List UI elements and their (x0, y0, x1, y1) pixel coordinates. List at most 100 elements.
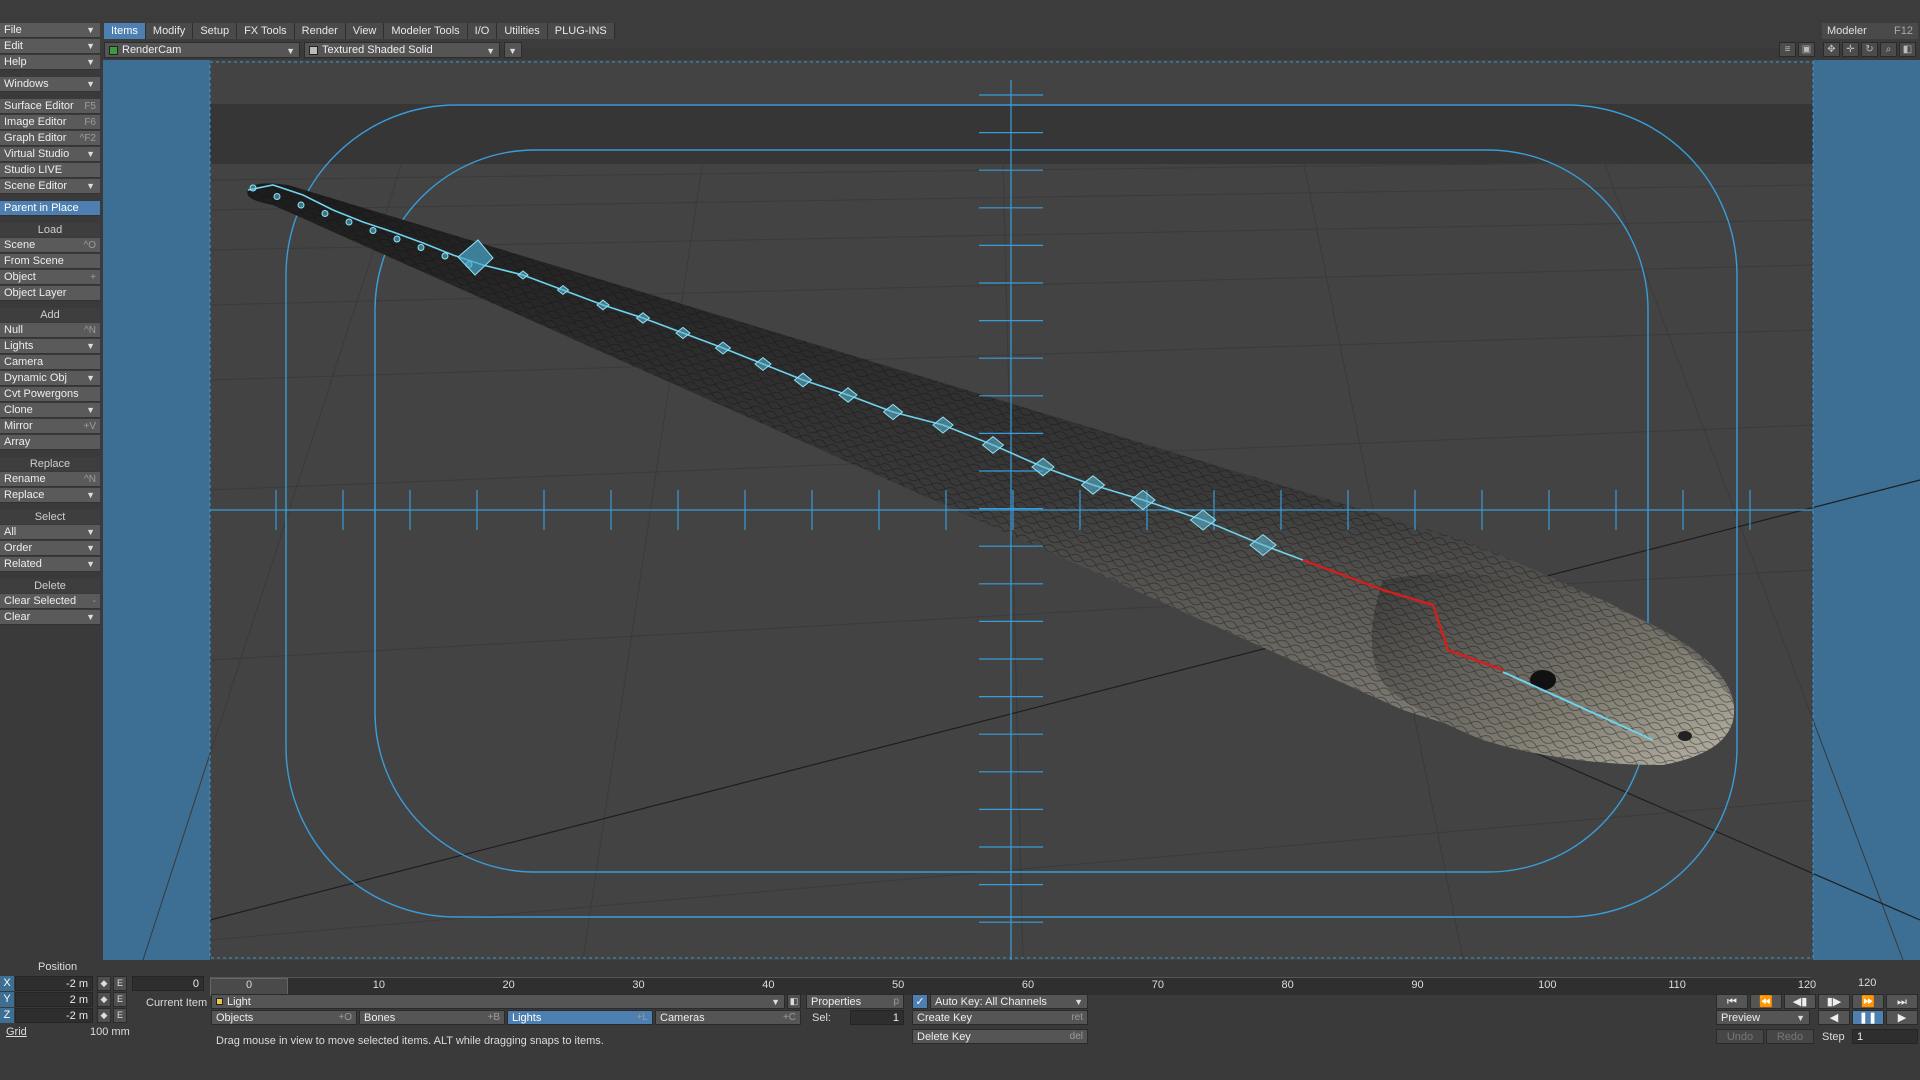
load-from-scene-button[interactable]: From Scene (0, 254, 100, 269)
select-all-menu[interactable]: All ▼ (0, 525, 100, 540)
z-drag-icon[interactable]: ◆ (97, 1008, 111, 1023)
parent-in-place-toggle[interactable]: Parent in Place (0, 201, 100, 216)
bone-joint[interactable] (369, 227, 377, 234)
rename-button[interactable]: Rename ^N (0, 472, 100, 487)
add-lights-menu[interactable]: Lights ▼ (0, 339, 100, 354)
bone-joint[interactable] (417, 244, 425, 251)
preview-select[interactable]: Preview ▼ (1716, 1010, 1810, 1025)
previous-key-icon[interactable]: ⏪ (1750, 994, 1782, 1009)
load-scene-button[interactable]: Scene ^O (0, 238, 100, 253)
chevron-down-icon: ▼ (1074, 997, 1083, 1007)
item-info-icon[interactable]: ◧ (787, 994, 801, 1009)
properties-button[interactable]: Properties p (806, 994, 904, 1009)
current-item-select[interactable]: Light ▼ (211, 994, 785, 1009)
file-menu[interactable]: File ▼ (0, 23, 100, 38)
tab-modeler-tools[interactable]: Modeler Tools (384, 23, 468, 39)
select-related-menu[interactable]: Related ▼ (0, 557, 100, 572)
z-envelope-button[interactable]: E (113, 1008, 127, 1023)
windows-menu[interactable]: Windows ▼ (0, 77, 100, 92)
y-drag-icon[interactable]: ◆ (97, 992, 111, 1007)
tab-utilities[interactable]: Utilities (497, 23, 548, 39)
tab-view[interactable]: View (345, 23, 385, 39)
graph-editor-button[interactable]: Graph Editor ^F2 (0, 131, 100, 146)
tab-modify[interactable]: Modify (145, 23, 194, 39)
virtual-studio-button[interactable]: Virtual Studio ▼ (0, 147, 100, 162)
first-frame-icon[interactable]: ⏮ (1716, 994, 1748, 1009)
viewport-options-button[interactable]: ▼ (504, 42, 522, 58)
bone-joint[interactable] (321, 210, 329, 217)
cameras-mode-button[interactable]: Cameras +C (655, 1010, 801, 1025)
bones-mode-button[interactable]: Bones +B (359, 1010, 505, 1025)
last-frame-icon[interactable]: ⏭ (1886, 994, 1918, 1009)
y-position-field[interactable]: 2 m (15, 992, 93, 1007)
create-key-button[interactable]: Create Key ret (912, 1010, 1088, 1025)
undo-button[interactable]: Undo (1716, 1029, 1764, 1044)
mirror-button[interactable]: Mirror +V (0, 419, 100, 434)
viewport-3d[interactable] (103, 60, 1920, 960)
clear-menu[interactable]: Clear ▼ (0, 610, 100, 625)
tab-items[interactable]: Items (104, 23, 146, 39)
step-field[interactable]: 1 (1852, 1029, 1918, 1044)
bone-joint[interactable] (297, 201, 305, 209)
bone-joint[interactable] (441, 252, 449, 260)
z-position-field[interactable]: -2 m (15, 1008, 93, 1023)
list-icon[interactable]: ≡ (1779, 42, 1796, 57)
shading-select[interactable]: Textured Shaded Solid ▼ (304, 42, 500, 58)
add-null-button[interactable]: Null ^N (0, 323, 100, 338)
zoom-icon[interactable]: ⌕ (1880, 42, 1897, 57)
move-view-icon[interactable]: ✥ (1823, 42, 1840, 57)
chevron-down-icon: ▼ (508, 46, 517, 56)
tab-fx-tools[interactable]: FX Tools (237, 23, 295, 39)
add-camera-button[interactable]: Camera (0, 355, 100, 370)
studio-live-button[interactable]: Studio LIVE (0, 163, 100, 178)
bone-joint[interactable] (273, 193, 281, 200)
tab-plugins[interactable]: PLUG-INS (547, 23, 615, 39)
pause-icon[interactable]: ❚❚ (1852, 1010, 1884, 1025)
edit-menu[interactable]: Edit ▼ (0, 39, 100, 54)
y-envelope-button[interactable]: E (113, 992, 127, 1007)
delete-key-button[interactable]: Delete Key del (912, 1029, 1088, 1044)
step-forward-icon[interactable]: ▮▶ (1818, 994, 1850, 1009)
add-dynamic-obj-menu[interactable]: Dynamic Obj ▼ (0, 371, 100, 386)
auto-key-select[interactable]: Auto Key: All Channels ▼ (930, 994, 1088, 1009)
camera-select[interactable]: RenderCam ▼ (104, 42, 300, 58)
x-position-field[interactable]: -2 m (15, 976, 93, 991)
tab-render[interactable]: Render (294, 23, 346, 39)
rotate-view-icon[interactable]: ↻ (1861, 42, 1878, 57)
tab-io[interactable]: I/O (467, 23, 498, 39)
modeler-button[interactable]: Modeler F12 (1822, 23, 1918, 39)
pan-icon[interactable]: ✛ (1842, 42, 1859, 57)
next-key-icon[interactable]: ⏩ (1852, 994, 1884, 1009)
x-drag-icon[interactable]: ◆ (97, 976, 111, 991)
clone-menu[interactable]: Clone ▼ (0, 403, 100, 418)
viewport-scene[interactable] (103, 60, 1920, 960)
lights-mode-button[interactable]: Lights +L (507, 1010, 653, 1025)
maximize-icon[interactable]: ◧ (1899, 42, 1916, 57)
end-frame-field[interactable]: 120 (1858, 977, 1876, 989)
select-order-menu[interactable]: Order ▼ (0, 541, 100, 556)
layout-icon[interactable]: ▣ (1798, 42, 1815, 57)
bone-joint[interactable] (393, 235, 401, 243)
surface-editor-button[interactable]: Surface Editor F5 (0, 99, 100, 114)
clear-selected-button[interactable]: Clear Selected - (0, 594, 100, 609)
help-menu[interactable]: Help ▼ (0, 55, 100, 70)
load-object-layer-button[interactable]: Object Layer (0, 286, 100, 301)
image-editor-button[interactable]: Image Editor F6 (0, 115, 100, 130)
auto-key-checkbox[interactable]: ✓ (912, 994, 928, 1009)
load-object-button[interactable]: Object + (0, 270, 100, 285)
array-button[interactable]: Array (0, 435, 100, 450)
timeline-slider[interactable]: 0 10 20 30 40 50 60 70 80 90 100 110 120 (210, 977, 1816, 996)
bone-joint[interactable] (249, 184, 257, 192)
start-frame-field[interactable]: 0 (132, 976, 204, 991)
tab-setup[interactable]: Setup (193, 23, 238, 39)
play-icon[interactable]: ▶ (1886, 1010, 1918, 1025)
step-back-icon[interactable]: ◀▮ (1784, 994, 1816, 1009)
scene-editor-button[interactable]: Scene Editor ▼ (0, 179, 100, 194)
replace-menu[interactable]: Replace ▼ (0, 488, 100, 503)
cvt-powergons-button[interactable]: Cvt Powergons (0, 387, 100, 402)
x-envelope-button[interactable]: E (113, 976, 127, 991)
objects-mode-button[interactable]: Objects +O (211, 1010, 357, 1025)
redo-button[interactable]: Redo (1766, 1029, 1814, 1044)
play-reverse-icon[interactable]: ◀ (1818, 1010, 1850, 1025)
bone-joint[interactable] (345, 218, 353, 226)
